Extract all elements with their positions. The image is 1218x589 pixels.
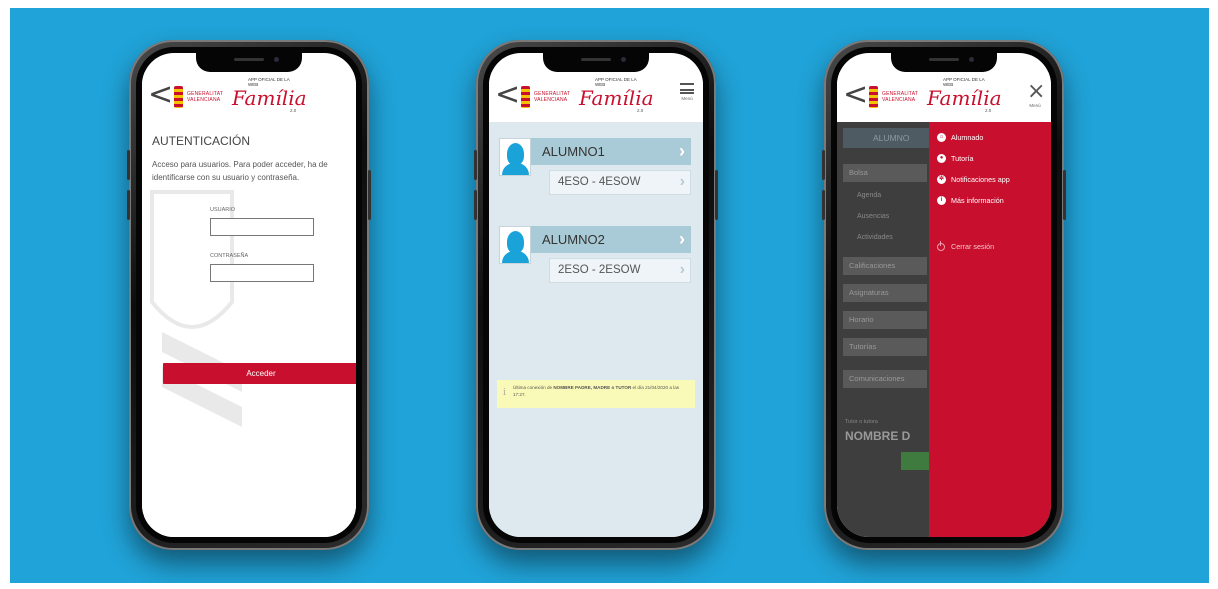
last-connection-notice: i Última conexión de NOMBRE PADRE, MADRE… bbox=[497, 380, 695, 408]
generalitat-logo: GENERALITAT VALENCIANA bbox=[521, 86, 570, 108]
student-group-row[interactable]: 4ESO - 4ESOW › bbox=[549, 170, 691, 195]
student-group-row[interactable]: 2ESO - 2ESOW › bbox=[549, 258, 691, 283]
user-input[interactable] bbox=[210, 218, 314, 236]
hamburger-icon bbox=[680, 83, 694, 94]
power-icon bbox=[937, 240, 945, 251]
user-icon: ● bbox=[937, 154, 946, 163]
phone-menu: < GENERALITAT VALENCIANA APP OFICIAL DE L… bbox=[822, 40, 1066, 550]
drawer-item-tutoria[interactable]: ● Tutoría bbox=[937, 154, 974, 163]
back-icon[interactable]: < bbox=[843, 80, 868, 110]
drawer-item-mas-informacion[interactable]: i Más información bbox=[937, 196, 1004, 205]
password-input[interactable] bbox=[210, 264, 314, 282]
phone-notch bbox=[543, 53, 649, 72]
app-header: < GENERALITAT VALENCIANA APP OFICIAL DE L… bbox=[142, 72, 356, 122]
screen-menu: < GENERALITAT VALENCIANA APP OFICIAL DE L… bbox=[837, 53, 1051, 537]
app-header: < GENERALITAT VALENCIANA APP OFICIAL DE L… bbox=[489, 72, 703, 122]
familia-logo: APP OFICIAL DE LA WEB Família 2.0 bbox=[579, 77, 654, 113]
chevron-right-icon: › bbox=[679, 229, 685, 249]
generalitat-emblem-icon bbox=[174, 86, 183, 108]
phone-login: < GENERALITAT VALENCIANA APP OFICIAL DE L… bbox=[127, 40, 371, 550]
student-avatar-icon bbox=[499, 138, 531, 176]
close-icon: × bbox=[1027, 79, 1046, 104]
menu-button[interactable]: Menú bbox=[679, 83, 695, 101]
familia-logo: APP OFICIAL DE LA WEB Família 2.0 bbox=[927, 77, 1002, 113]
gear-icon: ✲ bbox=[937, 175, 946, 184]
password-label: CONTRASEÑA bbox=[210, 253, 249, 259]
chevron-right-icon: › bbox=[679, 141, 685, 161]
login-button[interactable]: Acceder bbox=[163, 363, 356, 384]
login-description: Acceso para usuarios. Para poder acceder… bbox=[152, 160, 328, 182]
generalitat-emblem-icon bbox=[869, 86, 878, 108]
screen-students: < GENERALITAT VALENCIANA APP OFICIAL DE L… bbox=[489, 53, 703, 537]
login-title: AUTENTICACIÓN bbox=[152, 134, 251, 148]
phone-notch bbox=[891, 53, 997, 72]
drawer-item-alumnado[interactable]: ⌂ Alumnado bbox=[937, 133, 983, 142]
drawer-item-notificaciones[interactable]: ✲ Notificaciones app bbox=[937, 175, 1010, 184]
generalitat-emblem-icon bbox=[521, 86, 530, 108]
side-drawer: ⌂ Alumnado ● Tutoría ✲ Notificaciones ap… bbox=[929, 122, 1051, 537]
familia-logo: APP OFICIAL DE LA WEB Família 2.0 bbox=[232, 77, 307, 113]
back-icon[interactable]: < bbox=[148, 80, 173, 110]
phone-notch bbox=[196, 53, 302, 72]
phone-students: < GENERALITAT VALENCIANA APP OFICIAL DE L… bbox=[474, 40, 718, 550]
chevron-right-icon: › bbox=[679, 173, 685, 190]
login-view: AUTENTICACIÓN Acceso para usuarios. Para… bbox=[142, 122, 356, 537]
generalitat-logo: GENERALITAT VALENCIANA bbox=[869, 86, 918, 108]
app-header: < GENERALITAT VALENCIANA APP OFICIAL DE L… bbox=[837, 72, 1051, 122]
home-icon: ⌂ bbox=[937, 133, 946, 142]
close-menu-button[interactable]: × Menú bbox=[1027, 79, 1046, 109]
promo-background: < GENERALITAT VALENCIANA APP OFICIAL DE L… bbox=[10, 8, 1209, 583]
back-icon[interactable]: < bbox=[495, 80, 520, 110]
student-avatar-icon bbox=[499, 226, 531, 264]
generalitat-logo: GENERALITAT VALENCIANA bbox=[174, 86, 223, 108]
screen-login: < GENERALITAT VALENCIANA APP OFICIAL DE L… bbox=[142, 53, 356, 537]
info-icon: i bbox=[937, 196, 946, 205]
info-icon: i bbox=[503, 388, 506, 398]
students-view: ALUMNO1 › 4ESO - 4ESOW › ALUMNO2 › 2ESO … bbox=[489, 122, 703, 537]
drawer-item-logout[interactable]: Cerrar sesión bbox=[937, 240, 994, 251]
chevron-right-icon: › bbox=[679, 261, 685, 278]
user-label: USUARIO bbox=[210, 207, 236, 213]
